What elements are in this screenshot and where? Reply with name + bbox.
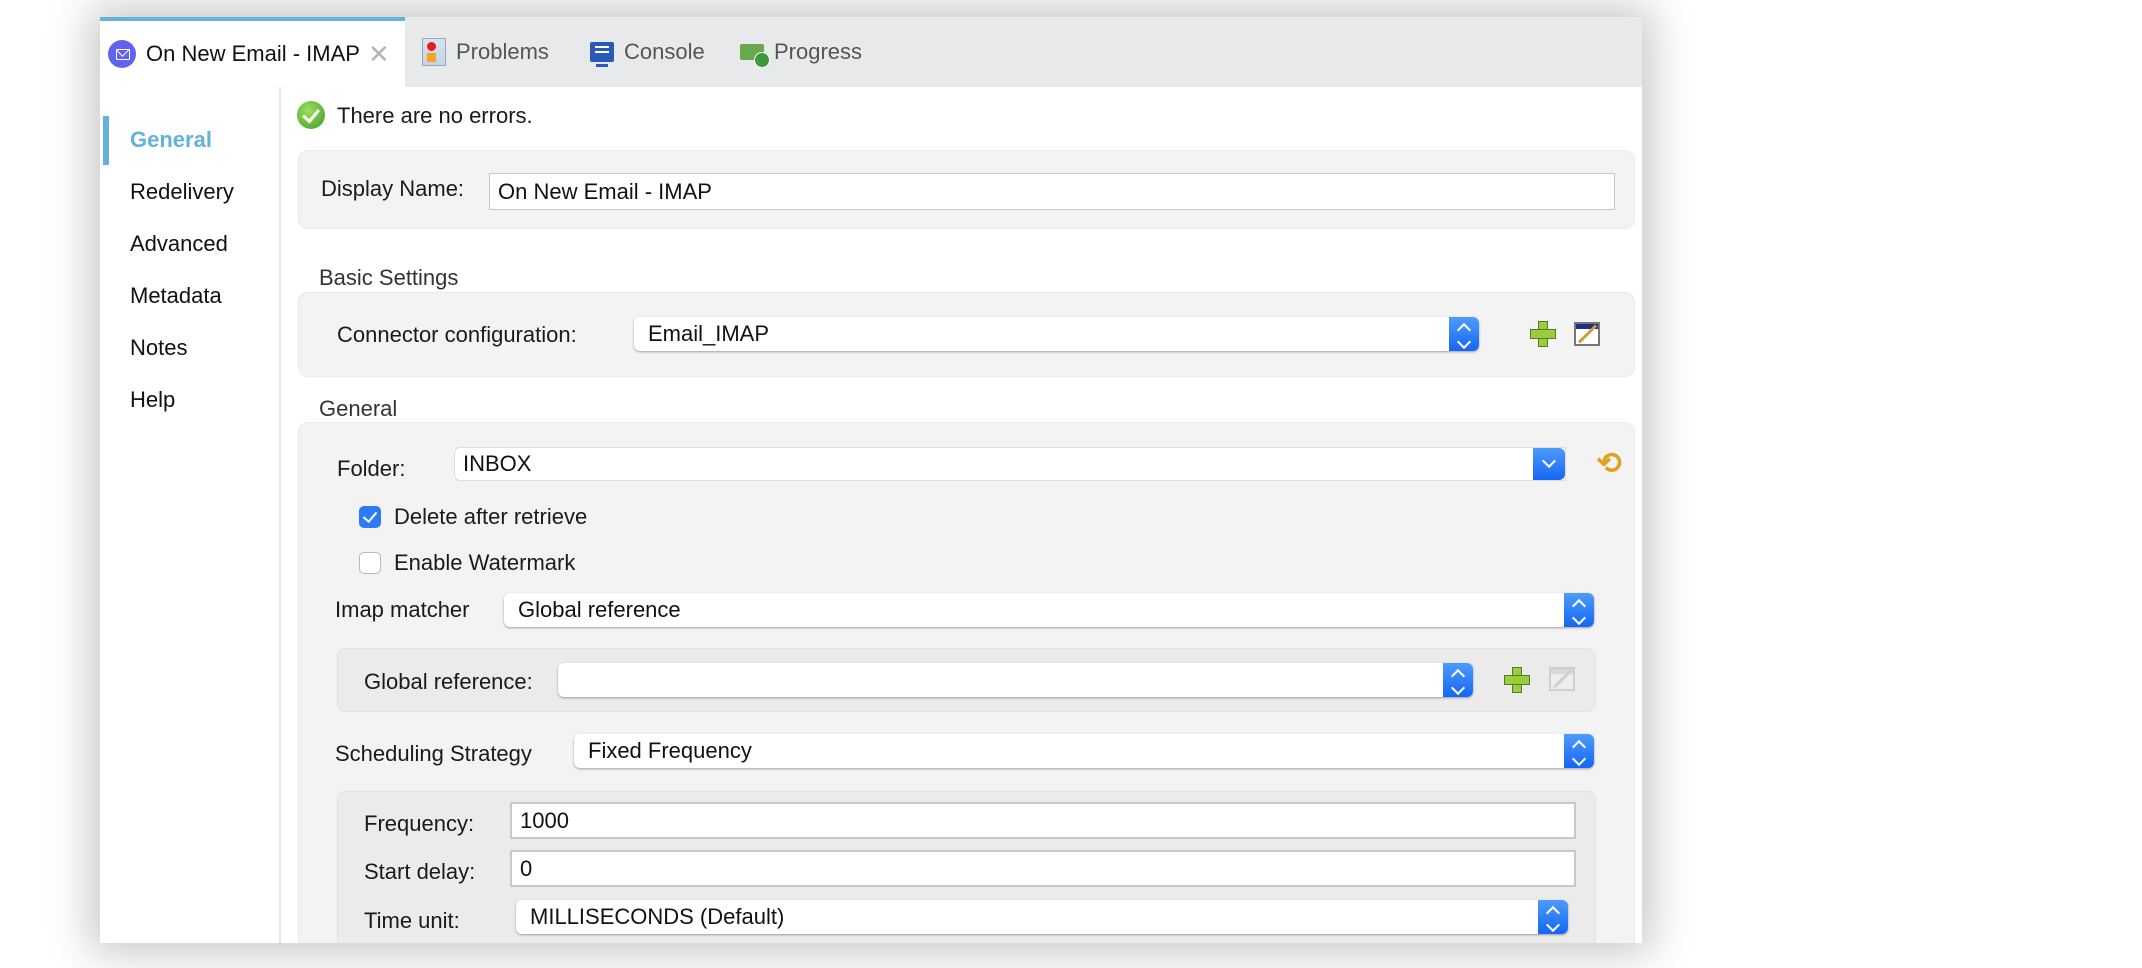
time-unit-select[interactable]: MILLISECONDS (Default) (516, 900, 1568, 934)
problems-icon (422, 38, 446, 66)
global-reference-group: Global reference: (337, 648, 1596, 712)
basic-settings-heading: Basic Settings (319, 265, 459, 290)
console-icon (590, 42, 614, 67)
general-group: Folder: INBOX ⟲ Delete after retrieve En… (298, 422, 1635, 943)
edit-icon[interactable] (1574, 322, 1600, 346)
sidebar-item-metadata[interactable]: Metadata (130, 283, 222, 309)
display-name-label: Display Name: (321, 176, 465, 201)
chevron-down-icon[interactable] (1533, 448, 1565, 480)
fixed-frequency-group: Frequency: 1000 Start delay: 0 Time unit… (337, 791, 1596, 943)
check-circle-icon (297, 101, 325, 129)
sidebar-item-redelivery[interactable]: Redelivery (130, 179, 234, 205)
display-name-group: Display Name: On New Email - IMAP (298, 150, 1635, 229)
folder-value: INBOX (463, 451, 532, 476)
enable-watermark-checkbox[interactable] (359, 552, 381, 574)
progress-icon (740, 44, 770, 68)
add-icon[interactable] (1504, 667, 1530, 693)
status-message: There are no errors. (337, 103, 533, 128)
tab-problems[interactable]: Problems (422, 17, 549, 87)
sidebar-item-help[interactable]: Help (130, 387, 175, 413)
time-unit-value: MILLISECONDS (Default) (530, 904, 785, 929)
sidebar-item-general[interactable]: General (130, 127, 212, 153)
edit-icon (1549, 667, 1575, 691)
chevron-updown-icon (1564, 593, 1594, 627)
imap-matcher-value: Global reference (518, 597, 681, 622)
chevron-updown-icon (1449, 317, 1479, 351)
tab-on-new-email-imap[interactable]: On New Email - IMAP ✕ (100, 17, 405, 87)
tab-label: On New Email - IMAP (146, 41, 360, 66)
tab-console[interactable]: Console (590, 17, 705, 87)
imap-matcher-select[interactable]: Global reference (504, 593, 1594, 627)
sidebar-item-notes[interactable]: Notes (130, 335, 187, 361)
chevron-updown-icon (1564, 734, 1594, 768)
properties-content: There are no errors. Display Name: On Ne… (281, 87, 1642, 943)
sidebar: General Redelivery Advanced Metadata Not… (100, 87, 281, 943)
add-icon[interactable] (1530, 321, 1556, 347)
tab-bar: On New Email - IMAP ✕ Problems Console P… (100, 17, 1642, 87)
connector-configuration-value: Email_IMAP (648, 321, 770, 346)
imap-matcher-label: Imap matcher (335, 597, 470, 622)
time-unit-label: Time unit: (364, 908, 460, 933)
sidebar-active-indicator (103, 116, 109, 165)
folder-combo[interactable]: INBOX (454, 447, 1566, 481)
chevron-updown-icon (1443, 663, 1473, 697)
chevron-updown-icon (1538, 900, 1568, 934)
scheduling-strategy-value: Fixed Frequency (588, 738, 752, 763)
frequency-input[interactable]: 1000 (510, 802, 1576, 839)
close-icon[interactable]: ✕ (368, 39, 390, 70)
frequency-label: Frequency: (364, 811, 475, 836)
tab-progress[interactable]: Progress (740, 17, 862, 87)
global-reference-select[interactable] (558, 663, 1473, 697)
start-delay-input[interactable]: 0 (510, 850, 1576, 887)
start-delay-label: Start delay: (364, 859, 476, 884)
basic-settings-group: Connector configuration: Email_IMAP (298, 292, 1635, 377)
scheduling-strategy-select[interactable]: Fixed Frequency (574, 734, 1594, 768)
delete-after-retrieve-checkbox[interactable] (359, 506, 381, 528)
refresh-icon[interactable]: ⟲ (1594, 449, 1624, 479)
delete-after-retrieve-label: Delete after retrieve (394, 504, 588, 529)
tab-label: Console (624, 39, 705, 64)
properties-editor-window: On New Email - IMAP ✕ Problems Console P… (100, 17, 1642, 943)
connector-configuration-label: Connector configuration: (337, 322, 577, 347)
general-heading: General (319, 396, 398, 421)
connector-configuration-select[interactable]: Email_IMAP (634, 317, 1479, 351)
display-name-input[interactable]: On New Email - IMAP (489, 173, 1615, 210)
tab-label: Problems (456, 39, 549, 64)
tab-label: Progress (774, 39, 863, 64)
enable-watermark-label: Enable Watermark (394, 550, 576, 575)
mail-icon (108, 40, 136, 68)
global-reference-label: Global reference: (364, 669, 533, 694)
folder-label: Folder: (337, 456, 406, 481)
scheduling-strategy-label: Scheduling Strategy (335, 741, 532, 766)
sidebar-item-advanced[interactable]: Advanced (130, 231, 228, 257)
